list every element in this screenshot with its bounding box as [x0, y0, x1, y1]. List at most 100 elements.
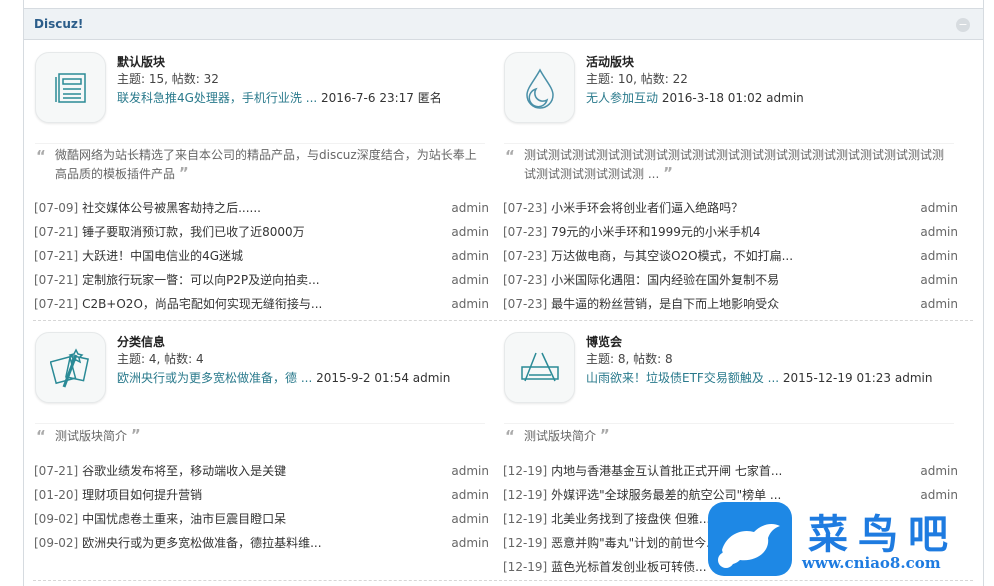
- thread-author-link[interactable]: admin: [451, 247, 489, 265]
- watermark-name: 菜鸟吧: [808, 511, 958, 558]
- thread-title-link[interactable]: 锤子要取消预订款，我们已收了近8000万: [82, 225, 305, 239]
- thread-row: [07-23] 万达做电商，与其空谈O2O模式，不如打扁... admin: [503, 247, 958, 271]
- thread-author-link[interactable]: admin: [451, 534, 489, 552]
- thread-row: [07-09] 社交媒体公号被黑客劫持之后...... admin: [34, 199, 489, 223]
- last-post-meta: 2015-12-19 01:23 admin: [782, 371, 933, 385]
- thread-date: [01-20]: [34, 488, 79, 502]
- thread-title-link[interactable]: 内地与香港基金互认首批正式开闸 七家首...: [551, 464, 782, 478]
- thread-title-link[interactable]: 小米国际化遇阻：国内经验在国外复制不易: [551, 273, 779, 287]
- thread-list: [07-21] 谷歌业绩发布将至，移动端收入是关键 admin [01-20] 理财…: [34, 462, 489, 558]
- quote-close-icon: ”: [130, 426, 141, 444]
- thread-author-link[interactable]: admin: [451, 486, 489, 504]
- thread-row: [07-21] 定制旅行玩家一瞥：可以向P2P及逆向拍卖... admin: [34, 271, 489, 295]
- forum-name[interactable]: 分类信息: [117, 333, 165, 350]
- category-title[interactable]: Discuz!: [34, 17, 83, 31]
- thread-title-link[interactable]: 小米手环会将创业者们逼入绝路吗？: [551, 201, 743, 215]
- forum-stats: 主题: 10, 帖数: 22: [586, 72, 688, 86]
- thread-date: [07-21]: [34, 297, 79, 311]
- thread-row: [12-19] 内地与香港基金互认首批正式开闸 七家首... admin: [503, 462, 958, 486]
- thread-title-link[interactable]: 大跃进！中国电信业的4G迷城: [82, 249, 243, 263]
- app-store-icon[interactable]: [504, 332, 575, 403]
- thread-title-link[interactable]: 万达做电商，与其空谈O2O模式，不如打扁...: [551, 249, 793, 263]
- quote-open-icon: “: [505, 147, 515, 165]
- watermark-url: www.cniao8.com: [802, 554, 941, 572]
- last-post-meta: 2015-9-2 01:54 admin: [316, 371, 451, 385]
- water-drop-icon[interactable]: [504, 52, 575, 123]
- magic-wand-icon[interactable]: [35, 332, 106, 403]
- forum-name[interactable]: 活动版块: [586, 53, 634, 70]
- thread-title-link[interactable]: 蓝色光标首发创业板可转债...: [551, 560, 706, 574]
- thread-row: [07-21] 谷歌业绩发布将至，移动端收入是关键 admin: [34, 462, 489, 486]
- thread-title-link[interactable]: 定制旅行玩家一瞥：可以向P2P及逆向拍卖...: [82, 273, 320, 287]
- thread-author-link[interactable]: admin: [451, 462, 489, 480]
- thread-row: [07-21] 锤子要取消预订款，我们已收了近8000万 admin: [34, 223, 489, 247]
- forum-description: “ 测试版块简介 ”: [504, 423, 954, 445]
- thread-title-link[interactable]: 北美业务找到了接盘侠 但雅...: [551, 512, 710, 526]
- thread-list: [07-23] 小米手环会将创业者们逼入绝路吗？ admin [07-23] 79元…: [503, 199, 958, 319]
- thread-title-link[interactable]: 外媒评选"全球服务最差的航空公司"榜单 ...: [551, 488, 781, 502]
- thread-author-link[interactable]: admin: [920, 223, 958, 241]
- forum-name[interactable]: 博览会: [586, 333, 622, 350]
- thread-title-link[interactable]: C2B+O2O，尚品宅配如何实现无缝衔接与...: [82, 297, 322, 311]
- forum-name[interactable]: 默认版块: [117, 53, 165, 70]
- thread-date: [12-19]: [503, 560, 548, 574]
- bird-logo-icon: [708, 502, 792, 576]
- thread-date: [07-21]: [34, 464, 79, 478]
- last-post: 欧洲央行或为更多宽松做准备，德 ... 2015-9-2 01:54 admin: [117, 369, 450, 386]
- thread-title-link[interactable]: 谷歌业绩发布将至，移动端收入是关键: [82, 464, 286, 478]
- thread-author-link[interactable]: admin: [451, 223, 489, 241]
- last-post: 无人参加互动 2016-3-18 01:02 admin: [586, 89, 804, 106]
- thread-date: [07-21]: [34, 225, 79, 239]
- thread-row: [09-02] 欧洲央行或为更多宽松做准备，德拉基料维... admin: [34, 534, 489, 558]
- last-post: 山雨欲来！垃圾债ETF交易额触及 ... 2015-12-19 01:23 ad…: [586, 369, 932, 386]
- quote-close-icon: ”: [599, 426, 610, 444]
- thread-date: [07-21]: [34, 249, 79, 263]
- thread-author-link[interactable]: admin: [451, 510, 489, 528]
- thread-date: [07-23]: [503, 249, 548, 263]
- thread-date: [07-23]: [503, 201, 548, 215]
- thread-date: [12-19]: [503, 512, 548, 526]
- forum-description: “ 测试版块简介 ”: [35, 423, 485, 445]
- thread-title-link[interactable]: 79元的小米手环和1999元的小米手机4: [551, 225, 760, 239]
- description-text: 测试版块简介: [524, 429, 597, 443]
- collapse-icon[interactable]: −: [956, 18, 970, 32]
- forum-description: “ 微酷网络为站长精选了来自本公司的精品产品，与discuz深度结合，为站长奉上高…: [35, 143, 485, 183]
- thread-list: [07-09] 社交媒体公号被黑客劫持之后...... admin [07-21] …: [34, 199, 489, 319]
- quote-open-icon: “: [36, 147, 46, 165]
- quote-close-icon: ”: [663, 164, 673, 182]
- thread-row: [07-23] 79元的小米手环和1999元的小米手机4 admin: [503, 223, 958, 247]
- forum-block: 博览会 主题: 8, 帖数: 8 山雨欲来！垃圾债ETF交易额触及 ... 20…: [504, 332, 964, 445]
- thread-author-link[interactable]: admin: [920, 199, 958, 217]
- watermark-logo: 菜鸟吧 www.cniao8.com: [708, 502, 984, 582]
- forum-block: 活动版块 主题: 10, 帖数: 22 无人参加互动 2016-3-18 01:…: [504, 52, 964, 182]
- thread-author-link[interactable]: admin: [920, 295, 958, 313]
- thread-date: [07-21]: [34, 273, 79, 287]
- thread-title-link[interactable]: 中国忧虑卷土重来，油市巨震目瞪口呆: [82, 512, 286, 526]
- thread-title-link[interactable]: 欧洲央行或为更多宽松做准备，德拉基料维...: [82, 536, 321, 550]
- thread-title-link[interactable]: 理财项目如何提升营销: [82, 488, 202, 502]
- thread-author-link[interactable]: admin: [920, 247, 958, 265]
- last-post-link[interactable]: 山雨欲来！垃圾债ETF交易额触及 ...: [586, 371, 779, 385]
- document-icon[interactable]: [35, 52, 106, 123]
- row-separator: [33, 320, 973, 321]
- thread-title-link[interactable]: 社交媒体公号被黑客劫持之后......: [82, 201, 261, 215]
- thread-author-link[interactable]: admin: [451, 199, 489, 217]
- thread-author-link[interactable]: admin: [451, 295, 489, 313]
- description-text: 测试测试测试测试测试测试测试测试测试测试测试测试测试测试测试测试测试测试测试测试…: [524, 148, 945, 181]
- last-post-link[interactable]: 联发科急推4G处理器，手机行业洗 ...: [117, 91, 317, 105]
- thread-author-link[interactable]: admin: [451, 271, 489, 289]
- thread-author-link[interactable]: admin: [920, 462, 958, 480]
- thread-row: [07-21] C2B+O2O，尚品宅配如何实现无缝衔接与... admin: [34, 295, 489, 319]
- thread-row: [07-21] 大跃进！中国电信业的4G迷城 admin: [34, 247, 489, 271]
- thread-author-link[interactable]: admin: [920, 271, 958, 289]
- thread-title-link[interactable]: 最牛逼的粉丝营销，是自下而上地影响受众: [551, 297, 779, 311]
- last-post: 联发科急推4G处理器，手机行业洗 ... 2016-7-6 23:17 匿名: [117, 89, 442, 106]
- thread-date: [07-23]: [503, 297, 548, 311]
- thread-title-link[interactable]: 恶意并购"毒丸"计划的前世今...: [551, 536, 717, 550]
- thread-row: [01-20] 理财项目如何提升营销 admin: [34, 486, 489, 510]
- last-post-meta: 2016-3-18 01:02 admin: [661, 91, 804, 105]
- last-post-link[interactable]: 无人参加互动: [586, 91, 658, 105]
- last-post-meta: 2016-7-6 23:17 匿名: [321, 91, 442, 105]
- last-post-link[interactable]: 欧洲央行或为更多宽松做准备，德 ...: [117, 371, 312, 385]
- description-text: 测试版块简介: [55, 429, 128, 443]
